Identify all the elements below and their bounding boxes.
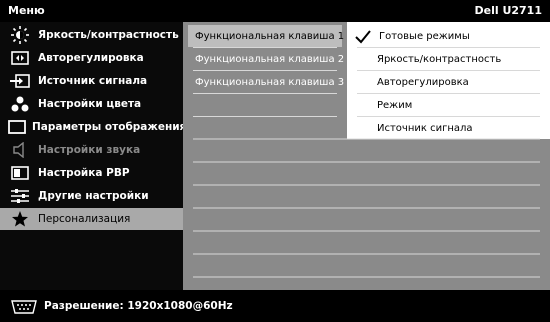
menu-item-personalization[interactable]: Персонализация xyxy=(0,208,183,230)
input-source-icon xyxy=(8,72,32,90)
vga-connector-icon xyxy=(10,299,38,314)
menu-item-label: Яркость/контрастность xyxy=(38,29,179,41)
menu-item-label: Источник сигнала xyxy=(38,75,148,87)
menu-title: Меню xyxy=(8,4,45,17)
menu-item-audio-settings: Настройки звука xyxy=(0,139,183,161)
menu-item-input-source[interactable]: Источник сигнала xyxy=(0,70,183,92)
brand-model: Dell U2711 xyxy=(474,4,542,17)
menu-item-label: Настройки звука xyxy=(38,144,141,156)
pbp-icon xyxy=(8,164,32,182)
menu-item-display-settings[interactable]: Параметры отображения xyxy=(0,116,187,138)
menu-item-label: Персонализация xyxy=(38,213,131,225)
menu-item-label: Другие настройки xyxy=(38,190,149,202)
menu-item-brightness-contrast[interactable]: Яркость/контрастность xyxy=(0,24,183,46)
monitor-osd: Меню Dell U2711 Яркость/контрастность Ав… xyxy=(0,0,550,322)
brightness-icon xyxy=(8,26,32,44)
menu-item-pbp-settings[interactable]: Настройка PBP xyxy=(0,162,183,184)
menu-item-auto-adjust[interactable]: Авторегулировка xyxy=(0,47,183,69)
display-settings-icon xyxy=(8,118,26,136)
speaker-icon xyxy=(8,141,32,159)
star-icon xyxy=(8,210,32,228)
menu-item-label: Авторегулировка xyxy=(38,52,144,64)
sliders-icon xyxy=(8,187,32,205)
color-settings-icon xyxy=(8,95,32,113)
grid-lines xyxy=(193,138,540,278)
title-bar: Меню Dell U2711 xyxy=(0,0,550,22)
auto-adjust-icon xyxy=(8,49,32,67)
menu-item-color-settings[interactable]: Настройки цвета xyxy=(0,93,183,115)
status-bar: Разрешение: 1920x1080@60Hz xyxy=(0,290,550,322)
menu-item-label: Настройка PBP xyxy=(38,167,130,179)
main-menu: Яркость/контрастность Авторегулировка Ис… xyxy=(0,22,187,290)
menu-item-other-settings[interactable]: Другие настройки xyxy=(0,185,183,207)
menu-item-label: Настройки цвета xyxy=(38,98,142,110)
resolution-readout: Разрешение: 1920x1080@60Hz xyxy=(44,300,233,312)
menu-item-label: Параметры отображения xyxy=(32,121,187,133)
